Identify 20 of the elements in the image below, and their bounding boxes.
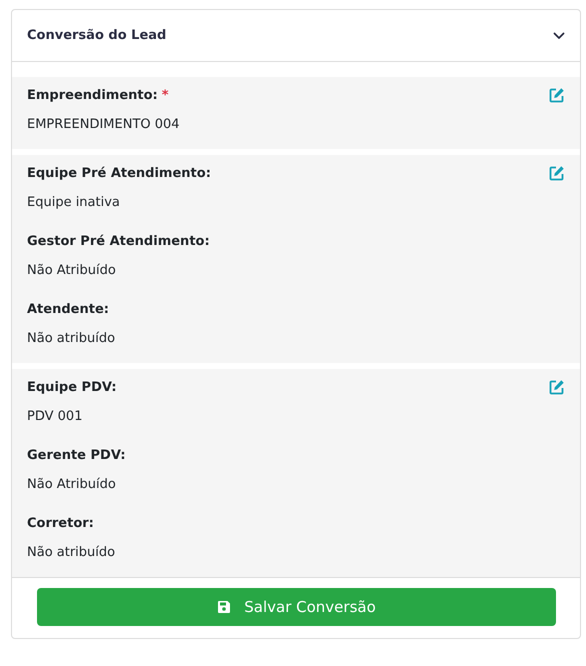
edit-icon[interactable] <box>549 379 565 395</box>
field-value: Não atribuído <box>27 544 116 562</box>
field-label: Atendente: <box>27 302 109 316</box>
chevron-down-icon[interactable] <box>553 32 565 40</box>
field-value: Equipe inativa <box>27 194 121 212</box>
field-value: Não Atribuído <box>27 262 117 280</box>
field-value: Não Atribuído <box>27 476 117 494</box>
field-label: Equipe PDV: <box>27 380 117 394</box>
field-label: Corretor: <box>27 516 94 530</box>
field-value: EMPREENDIMENTO 004 <box>27 116 181 134</box>
field-label: Equipe Pré Atendimento: <box>27 166 211 180</box>
edit-icon[interactable] <box>549 165 565 181</box>
field-value: PDV 001 <box>27 408 84 426</box>
edit-icon[interactable] <box>549 87 565 103</box>
field-value: Não atribuído <box>27 330 116 348</box>
field-label: Gestor Pré Atendimento: <box>27 234 210 248</box>
card-title: Conversão do Lead <box>27 28 166 43</box>
field-label: Empreendimento: * <box>27 88 169 102</box>
save-button[interactable]: Salvar Conversão <box>37 588 556 626</box>
field-label: Gerente PDV: <box>27 448 126 462</box>
